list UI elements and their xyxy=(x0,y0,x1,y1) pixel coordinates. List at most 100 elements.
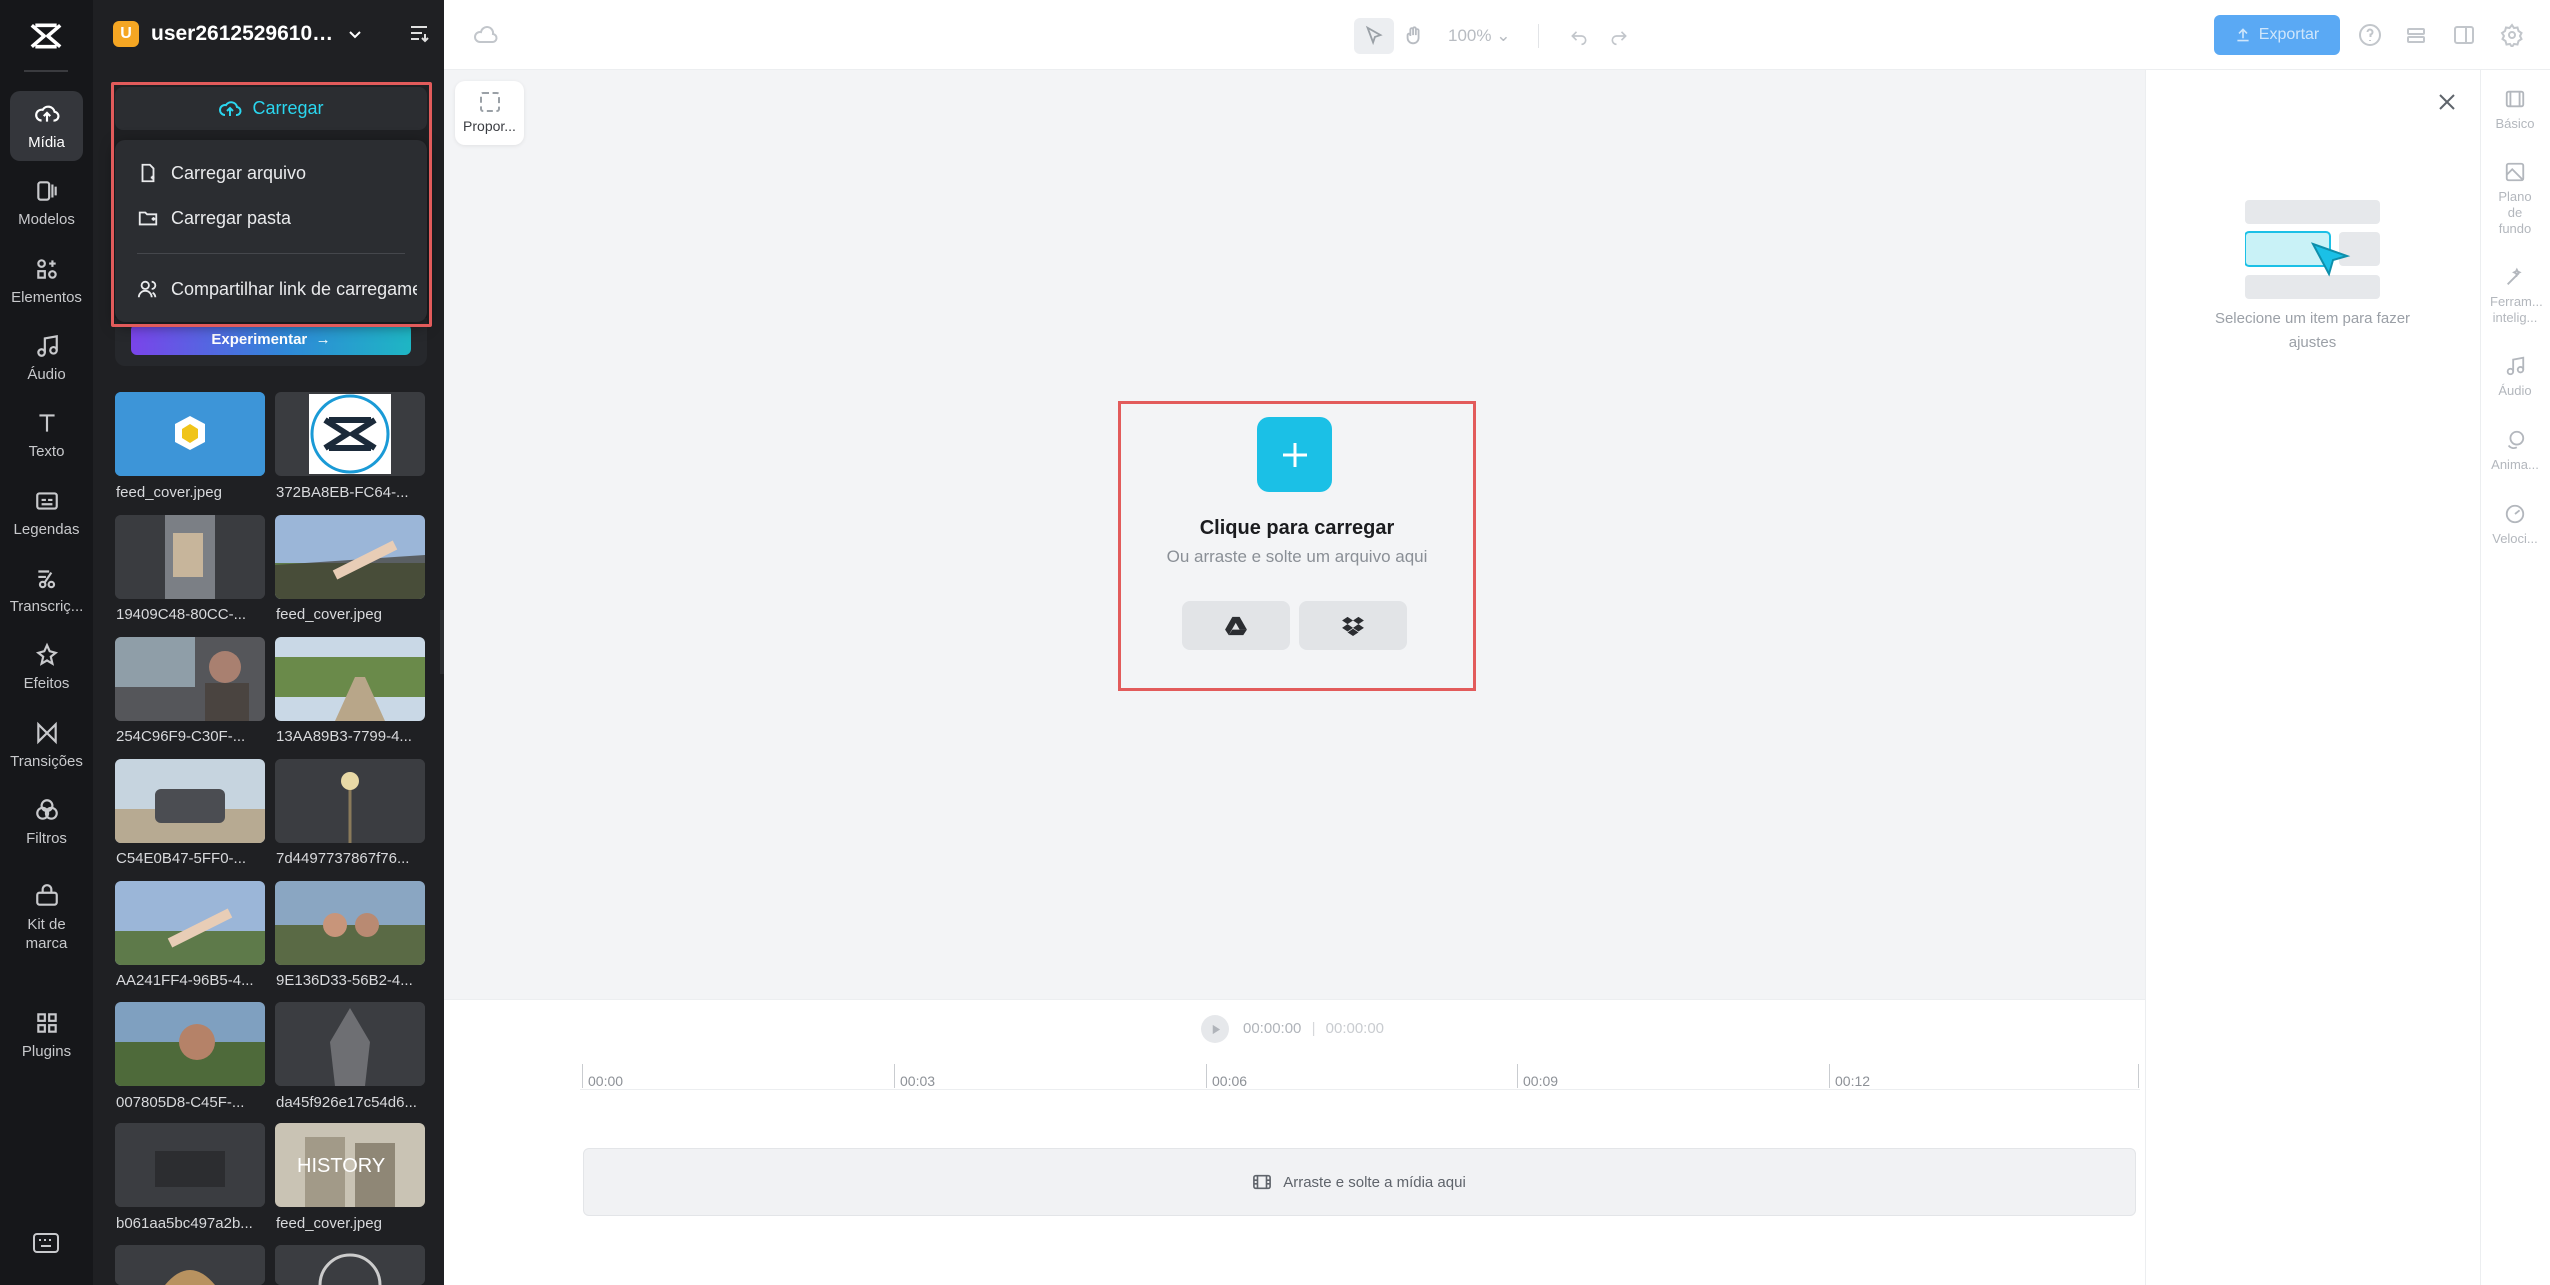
media-thumb-image xyxy=(115,1245,265,1285)
help-icon[interactable] xyxy=(2358,23,2382,47)
elements-icon xyxy=(36,258,57,279)
rail-item-brand-kit[interactable]: Kit de marca xyxy=(10,872,83,964)
ruler-label: 00:00 xyxy=(588,1073,624,1089)
undo-icon xyxy=(1571,31,1587,46)
tab-label: Veloci... xyxy=(2492,531,2538,546)
media-thumb[interactable] xyxy=(115,1123,265,1207)
tab-animation[interactable]: Anima... xyxy=(2480,429,2550,473)
workspace-switcher[interactable]: U user261252961006'... xyxy=(113,16,433,52)
rail-label: Efeitos xyxy=(23,674,70,692)
hand-icon xyxy=(1406,26,1420,45)
media-thumb[interactable] xyxy=(115,1245,265,1285)
media-name: 19409C48-80CC-... xyxy=(116,606,247,623)
media-name: 7d4497737867f76... xyxy=(276,850,410,867)
redo-button[interactable] xyxy=(1599,18,1639,54)
media-thumb[interactable]: HISTORY xyxy=(275,1123,425,1207)
media-panel: U user261252961006'... Experimentar → Ca… xyxy=(93,0,444,1285)
layers-icon[interactable] xyxy=(2404,23,2428,47)
dropbox-button[interactable] xyxy=(1299,601,1407,650)
select-tool[interactable] xyxy=(1354,18,1394,54)
username: user261252961006'... xyxy=(151,22,336,45)
rail-item-audio[interactable]: Áudio xyxy=(10,323,83,393)
try-button[interactable]: Experimentar → xyxy=(131,324,411,355)
undo-button[interactable] xyxy=(1559,18,1599,54)
media-thumb[interactable] xyxy=(115,881,265,965)
music-note-icon xyxy=(2506,356,2525,376)
google-drive-button[interactable] xyxy=(1182,601,1290,650)
close-icon[interactable] xyxy=(2437,92,2457,112)
tab-basic[interactable]: Básico xyxy=(2480,88,2550,132)
ruler-tick xyxy=(2138,1064,2139,1088)
chevron-down-icon xyxy=(349,31,361,39)
cloud-sync-icon[interactable] xyxy=(473,22,499,48)
play-button[interactable] xyxy=(1201,1015,1229,1043)
users-icon xyxy=(137,280,157,298)
tab-label: Básico xyxy=(2495,116,2535,131)
media-thumb[interactable] xyxy=(115,759,265,843)
upload-button[interactable]: Carregar xyxy=(115,87,427,130)
add-media-button[interactable] xyxy=(1257,417,1332,492)
ruler-label: 00:03 xyxy=(900,1073,936,1089)
export-button[interactable]: Exportar xyxy=(2214,15,2340,55)
media-thumb[interactable] xyxy=(275,759,425,843)
media-thumb-image xyxy=(275,759,425,843)
media-thumb[interactable] xyxy=(115,1002,265,1086)
media-thumb[interactable] xyxy=(275,637,425,721)
tab-background[interactable]: Plano de fundo xyxy=(2480,161,2550,237)
share-upload-link-option[interactable]: Compartilhar link de carregamento xyxy=(137,274,417,304)
media-thumb[interactable] xyxy=(275,881,425,965)
film-icon xyxy=(2505,90,2525,108)
folder-upload-icon xyxy=(138,211,158,226)
ruler-tick xyxy=(1517,1064,1518,1088)
media-thumb[interactable] xyxy=(115,637,265,721)
ratio-label: Propor... xyxy=(463,118,516,134)
upload-folder-label: Carregar pasta xyxy=(171,207,292,228)
aspect-ratio-icon xyxy=(479,92,500,112)
rail-item-text[interactable]: Texto xyxy=(10,400,83,470)
media-thumb[interactable] xyxy=(115,515,265,599)
rail-label: Legendas xyxy=(13,520,80,538)
rail-item-plugins[interactable]: Plugins xyxy=(10,1000,83,1070)
speedometer-icon xyxy=(2505,504,2525,524)
rail-item-media[interactable]: Mídia xyxy=(10,91,83,161)
layout-icon[interactable] xyxy=(2452,23,2476,47)
upload-file-option[interactable]: Carregar arquivo xyxy=(137,158,417,188)
media-name: 372BA8EB-FC64-... xyxy=(276,484,409,501)
tab-speed[interactable]: Veloci... xyxy=(2480,503,2550,547)
upload-folder-option[interactable]: Carregar pasta xyxy=(137,203,417,233)
text-icon xyxy=(38,413,55,432)
upload-arrow-icon xyxy=(2237,28,2249,42)
tab-audio[interactable]: Áudio xyxy=(2480,355,2550,399)
drop-hint: Arraste e solte a mídia aqui xyxy=(1283,1173,1466,1191)
background-icon xyxy=(2505,162,2525,182)
rail-item-elements[interactable]: Elementos xyxy=(10,246,83,316)
rail-item-captions[interactable]: Legendas xyxy=(10,478,83,548)
rail-item-transitions[interactable]: Transições xyxy=(10,710,83,780)
rail-item-templates[interactable]: Modelos xyxy=(10,168,83,238)
media-name: 254C96F9-C30F-... xyxy=(116,728,246,745)
rail-item-effects[interactable]: Efeitos xyxy=(10,632,83,702)
media-thumb[interactable] xyxy=(275,392,425,476)
rail-label: Mídia xyxy=(28,133,65,151)
media-thumb[interactable] xyxy=(275,1245,425,1285)
rail-item-filters[interactable]: Filtros xyxy=(10,787,83,857)
media-thumb-image xyxy=(275,637,425,721)
media-thumb[interactable] xyxy=(275,515,425,599)
hand-tool[interactable] xyxy=(1394,18,1434,54)
time-ruler[interactable] xyxy=(580,1060,2140,1090)
settings-icon[interactable] xyxy=(2500,23,2524,47)
zoom-dropdown[interactable]: 100% ⌄ xyxy=(1448,26,1510,46)
plugins-icon xyxy=(36,1012,57,1033)
sort-menu-icon[interactable] xyxy=(408,22,430,44)
cloud-upload-icon xyxy=(34,105,59,122)
rail-item-transcript[interactable]: Transcriç... xyxy=(10,555,83,625)
aspect-ratio-button[interactable]: Propor... xyxy=(455,81,524,145)
media-name: 9E136D33-56B2-4... xyxy=(276,972,413,989)
keyboard-icon[interactable] xyxy=(33,1233,59,1253)
capcut-logo-icon[interactable] xyxy=(26,18,66,54)
media-thumb[interactable] xyxy=(275,1002,425,1086)
media-thumb[interactable] xyxy=(115,392,265,476)
media-drop-track[interactable]: Arraste e solte a mídia aqui xyxy=(583,1148,2136,1216)
canvas-tools: 100% ⌄ xyxy=(1354,18,1639,54)
tab-smart-tools[interactable]: Ferram... intelig... xyxy=(2480,266,2550,326)
